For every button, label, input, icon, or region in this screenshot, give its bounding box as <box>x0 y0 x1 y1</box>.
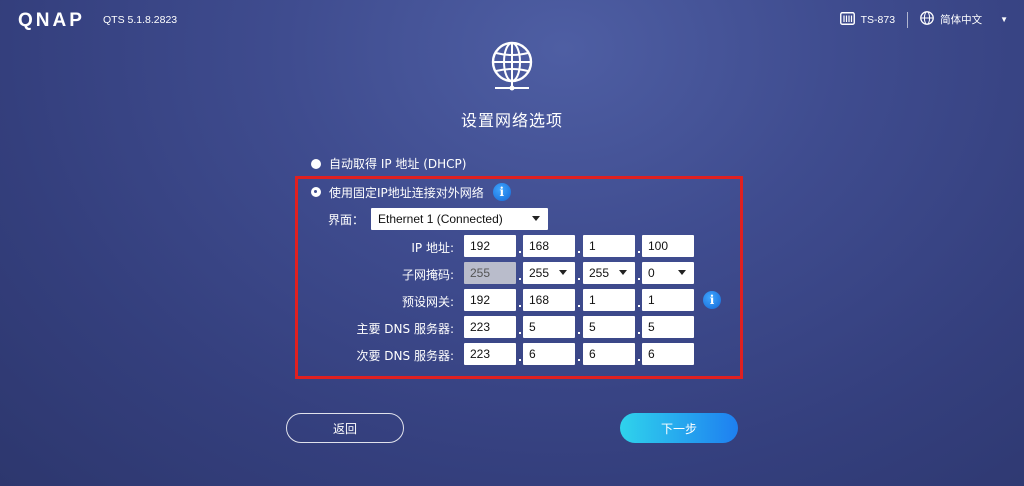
dns2-octet-2[interactable]: 6 <box>523 343 575 365</box>
dns2-octet-4[interactable]: 6 <box>642 343 694 365</box>
mask-octet-1: 255 <box>464 262 516 284</box>
octet-separator <box>638 251 640 253</box>
chevron-down-icon <box>678 270 686 275</box>
octet-separator <box>519 251 521 253</box>
top-right-controls: TS-873 简体中文 ▼ <box>839 11 1008 28</box>
dns1-octet-4[interactable]: 5 <box>642 316 694 338</box>
dns2-octet-1[interactable]: 223 <box>464 343 516 365</box>
ip-octet-1[interactable]: 192 <box>464 235 516 257</box>
ip-octet-2[interactable]: 168 <box>523 235 575 257</box>
mask-octet-3-select[interactable]: 255 <box>583 262 635 284</box>
header-divider <box>907 11 909 28</box>
octet-separator <box>638 359 640 361</box>
secondary-dns-label: 次要 DNS 服务器: <box>356 349 454 363</box>
gateway-octet-3[interactable]: 1 <box>583 289 635 311</box>
dns1-octet-2[interactable]: 5 <box>523 316 575 338</box>
interface-select[interactable]: Ethernet 1 (Connected) <box>371 208 548 230</box>
globe-language-icon <box>920 11 934 28</box>
chevron-down-icon <box>619 270 627 275</box>
dhcp-label: 自动取得 IP 地址 (DHCP) <box>329 157 467 171</box>
octet-separator <box>578 251 580 253</box>
octet-separator <box>638 278 640 280</box>
back-button[interactable]: 返回 <box>286 413 404 443</box>
octet-separator <box>519 305 521 307</box>
mask-octet-2-select[interactable]: 255 <box>523 262 575 284</box>
octet-separator <box>519 278 521 280</box>
qnap-logo: QNAP <box>18 10 85 31</box>
device-indicator: TS-873 <box>839 11 896 28</box>
dns1-octet-3[interactable]: 5 <box>583 316 635 338</box>
ip-octet-4[interactable]: 100 <box>642 235 694 257</box>
octet-separator <box>578 359 580 361</box>
mask-octet-4-select[interactable]: 0 <box>642 262 694 284</box>
octet-separator <box>519 332 521 334</box>
next-button[interactable]: 下一步 <box>620 413 738 443</box>
octet-separator <box>578 305 580 307</box>
dns2-octet-3[interactable]: 6 <box>583 343 635 365</box>
mask-octet-2-value: 255 <box>529 266 550 280</box>
interface-label: 界面： <box>328 213 365 227</box>
gateway-label: 预设网关: <box>401 295 454 309</box>
octet-separator <box>578 278 580 280</box>
gateway-octet-2[interactable]: 168 <box>523 289 575 311</box>
gateway-octet-1[interactable]: 192 <box>464 289 516 311</box>
octet-separator <box>578 332 580 334</box>
interface-value: Ethernet 1 (Connected) <box>378 212 503 226</box>
ip-octet-3[interactable]: 1 <box>583 235 635 257</box>
octet-separator <box>638 305 640 307</box>
primary-dns-label: 主要 DNS 服务器: <box>356 322 454 336</box>
dns1-octet-1[interactable]: 223 <box>464 316 516 338</box>
subnet-mask-label: 子网掩码: <box>401 268 454 282</box>
dhcp-option[interactable]: 自动取得 IP 地址 (DHCP) <box>311 155 466 172</box>
qts-version: QTS 5.1.8.2823 <box>103 14 178 26</box>
octet-separator <box>519 359 521 361</box>
chevron-down-icon <box>559 270 567 275</box>
page-title: 设置网络选项 <box>460 111 563 130</box>
network-globe-icon <box>486 40 538 92</box>
mask-octet-3-value: 255 <box>589 266 610 280</box>
ip-address-label: IP 地址: <box>411 241 454 255</box>
gateway-info-icon[interactable]: i <box>703 291 721 309</box>
chevron-down-icon: ▼ <box>1000 15 1008 24</box>
chevron-down-icon <box>532 216 540 221</box>
gateway-octet-4[interactable]: 1 <box>642 289 694 311</box>
device-model: TS-873 <box>860 13 896 26</box>
language-selector[interactable]: 简体中文 ▼ <box>920 11 1008 28</box>
mask-octet-4-value: 0 <box>648 266 655 280</box>
octet-separator <box>638 332 640 334</box>
top-bar: QNAP QTS 5.1.8.2823 TS-873 简体中文 ▼ <box>0 0 1024 42</box>
dhcp-radio[interactable] <box>311 158 321 169</box>
nas-device-icon <box>839 11 855 28</box>
language-label: 简体中文 <box>940 14 983 26</box>
